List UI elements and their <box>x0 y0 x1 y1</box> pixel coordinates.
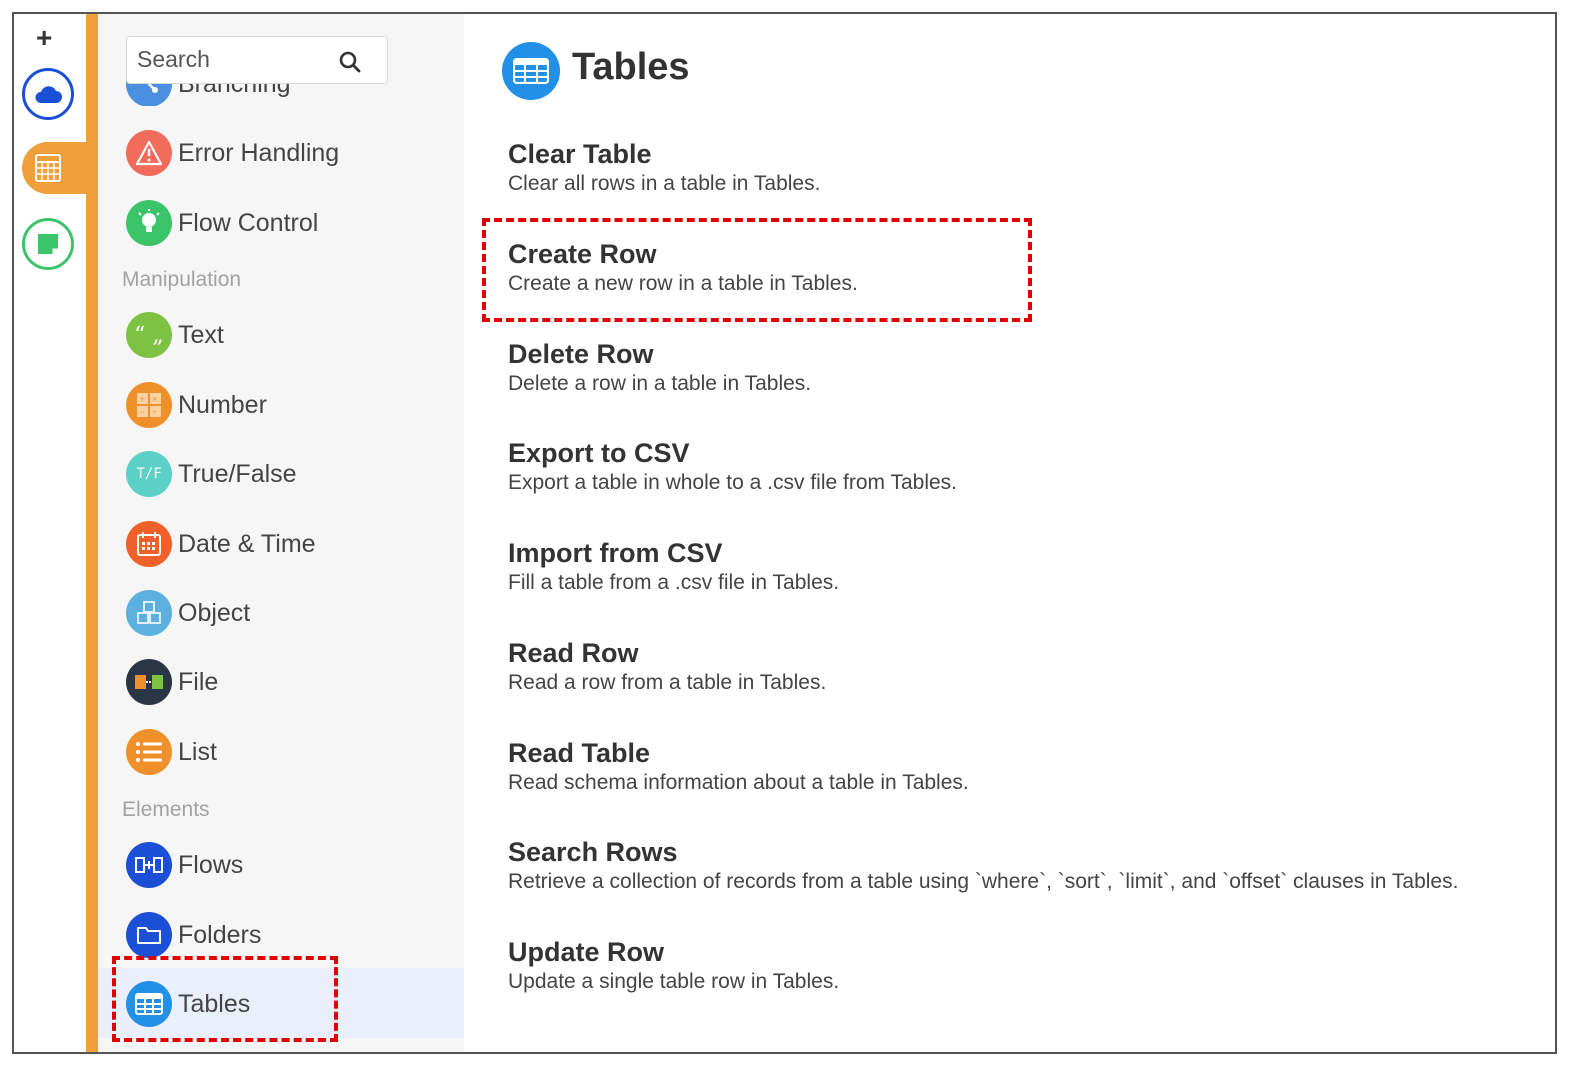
warning-icon <box>126 130 172 176</box>
action-description: Read schema information about a table in… <box>508 771 969 794</box>
sidebar-item-flow-control[interactable]: Flow Control <box>126 198 318 248</box>
cloud-button[interactable] <box>22 68 74 120</box>
notes-rail-button[interactable] <box>22 218 74 270</box>
action-read-table[interactable]: Read Table Read schema information about… <box>508 737 969 797</box>
calendar-icon <box>126 521 172 567</box>
cloud-icon <box>35 86 62 103</box>
action-title: Update Row <box>508 937 665 967</box>
action-description: Fill a table from a .csv file in Tables. <box>508 571 840 594</box>
app-window: + Search Error Handling Flow Control Man… <box>12 12 1557 1054</box>
calculator-grid-icon <box>35 154 61 182</box>
main-panel: Tables Clear Table Clear all rows in a t… <box>464 14 1555 1052</box>
folder-icon <box>126 912 172 958</box>
sidebar-item-label: Folders <box>178 920 262 949</box>
action-delete-row[interactable]: Delete Row Delete a row in a table in Ta… <box>508 338 811 398</box>
highlight-box-create-row <box>482 218 1032 322</box>
list-icon <box>126 729 172 775</box>
svg-text:+: + <box>140 394 145 404</box>
action-title: Export to CSV <box>508 438 690 468</box>
action-title: Read Row <box>508 638 639 668</box>
sidebar-item-label: Text <box>178 320 224 349</box>
search-placeholder: Search <box>137 46 210 72</box>
svg-text:−: − <box>140 407 145 417</box>
section-heading-elements: Elements <box>122 798 210 821</box>
sticky-note-icon <box>38 234 58 254</box>
sidebar-item-label: List <box>178 737 217 766</box>
cubes-icon <box>126 590 172 636</box>
action-description: Export a table in whole to a .csv file f… <box>508 471 957 494</box>
action-search-rows[interactable]: Search Rows Retrieve a collection of rec… <box>508 836 1458 896</box>
sidebar-item-true-false[interactable]: T/F True/False <box>126 449 297 499</box>
file-icon <box>126 659 172 705</box>
svg-text:÷: ÷ <box>152 407 157 417</box>
page-title: Tables <box>572 46 690 88</box>
action-update-row[interactable]: Update Row Update a single table row in … <box>508 936 839 996</box>
action-title: Read Table <box>508 738 651 768</box>
action-export-to-csv[interactable]: Export to CSV Export a table in whole to… <box>508 437 957 497</box>
highlight-box-tables <box>112 956 338 1042</box>
action-title: Clear Table <box>508 139 652 169</box>
sidebar-item-label: Object <box>178 598 251 627</box>
action-description: Update a single table row in Tables. <box>508 970 840 993</box>
sidebar-item-folders[interactable]: Folders <box>126 910 261 960</box>
action-clear-table[interactable]: Clear Table Clear all rows in a table in… <box>508 138 820 198</box>
flows-icon <box>126 842 172 888</box>
quote-icon: “ „ <box>126 312 172 358</box>
action-description: Read a row from a table in Tables. <box>508 671 827 694</box>
search-icon[interactable] <box>339 51 361 73</box>
sidebar-item-list[interactable]: List <box>126 727 217 777</box>
action-description: Clear all rows in a table in Tables. <box>508 172 821 195</box>
action-description: Delete a row in a table in Tables. <box>508 372 812 395</box>
sidebar-item-label: File <box>178 667 219 696</box>
tables-rail-button[interactable] <box>22 142 74 194</box>
rail-accent-bar <box>86 14 98 1052</box>
action-title: Import from CSV <box>508 538 723 568</box>
true-false-icon: T/F <box>126 451 172 497</box>
action-title: Delete Row <box>508 339 654 369</box>
sidebar-item-label: Date & Time <box>178 529 316 558</box>
action-description: Retrieve a collection of records from a … <box>508 870 1459 893</box>
sidebar-item-number[interactable]: + × − ÷ Number <box>126 380 267 430</box>
sidebar-item-flows[interactable]: Flows <box>126 840 243 890</box>
sidebar-item-file[interactable]: File <box>126 657 218 707</box>
lightbulb-icon <box>126 200 172 246</box>
sidebar-item-label: True/False <box>178 459 297 488</box>
sidebar-item-object[interactable]: Object <box>126 588 250 638</box>
sidebar-item-label: Number <box>178 390 267 419</box>
sidebar-item-text[interactable]: “ „ Text <box>126 310 224 360</box>
sidebar-item-date-time[interactable]: Date & Time <box>126 519 316 569</box>
action-title: Search Rows <box>508 837 678 867</box>
sidebar-item-label: Flow Control <box>178 208 319 237</box>
sidebar-item-label: Flows <box>178 850 244 879</box>
add-icon[interactable]: + <box>36 24 52 52</box>
calculator-icon: + × − ÷ <box>126 382 172 428</box>
search-input[interactable]: Search <box>126 36 388 84</box>
action-read-row[interactable]: Read Row Read a row from a table in Tabl… <box>508 637 826 697</box>
left-rail: + <box>14 14 86 1052</box>
sidebar: Branching Search Error Handling Flow Con… <box>98 14 464 1052</box>
section-heading-manipulation: Manipulation <box>122 268 242 291</box>
svg-text:×: × <box>152 394 157 404</box>
sidebar-item-error-handling[interactable]: Error Handling <box>126 128 339 178</box>
action-import-from-csv[interactable]: Import from CSV Fill a table from a .csv… <box>508 537 839 597</box>
tables-header-icon <box>502 42 560 100</box>
sidebar-item-label: Error Handling <box>178 138 340 167</box>
